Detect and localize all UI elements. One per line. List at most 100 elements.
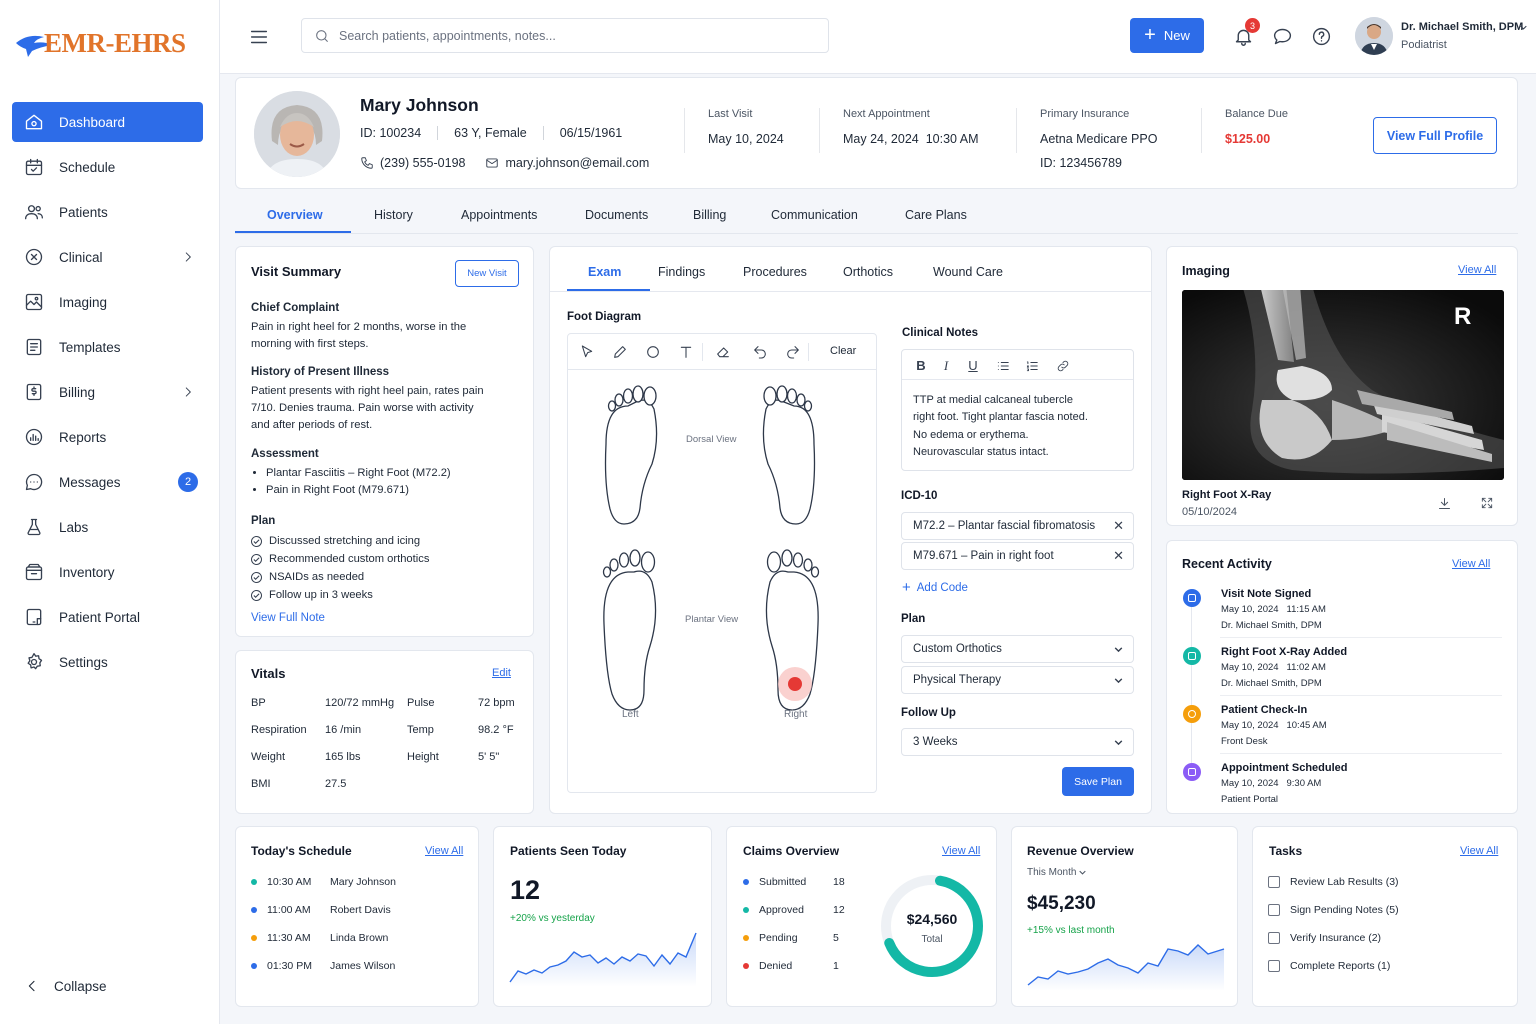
tab-appointments[interactable]: Appointments (461, 208, 537, 222)
xray-image[interactable]: R (1182, 290, 1504, 480)
plan-item-text: Recommended custom orthotics (269, 553, 430, 565)
sidebar-item-label: Dashboard (59, 114, 126, 130)
chat-icon[interactable] (1272, 26, 1293, 47)
clear-button[interactable]: Clear (830, 345, 856, 357)
download-icon[interactable] (1437, 496, 1452, 511)
tab-findings[interactable]: Findings (658, 265, 705, 279)
plan-select-therapy[interactable]: Physical Therapy (901, 666, 1134, 694)
remove-icon[interactable]: ✕ (1113, 518, 1124, 534)
clinical-notes-editor[interactable]: B I U TTP at medial calcaneal tubercle r… (901, 349, 1134, 471)
add-code-button[interactable]: + Add Code (902, 579, 968, 596)
schedule-row[interactable]: 10:30 AM Mary Johnson (251, 876, 396, 888)
task-checkbox[interactable] (1268, 960, 1280, 972)
sidebar-item-imaging[interactable]: Imaging (12, 282, 203, 322)
tab-billing[interactable]: Billing (693, 208, 726, 222)
foot-diagram-canvas[interactable]: Clear Dorsal View Plantar View Left Righ… (567, 333, 877, 793)
bold-icon[interactable]: B (913, 358, 929, 374)
status-dot (251, 963, 257, 969)
tab-communication[interactable]: Communication (771, 208, 858, 222)
view-full-note-link[interactable]: View Full Note (251, 612, 325, 624)
check-circle-icon (251, 571, 262, 583)
undo-icon[interactable] (752, 344, 768, 360)
sidebar-item-schedule[interactable]: Schedule (12, 147, 203, 187)
underline-icon[interactable]: U (965, 358, 981, 374)
link-icon[interactable] (1056, 359, 1070, 373)
sidebar-item-label: Imaging (59, 294, 108, 310)
tab-history[interactable]: History (374, 208, 413, 222)
help-icon[interactable] (1311, 26, 1332, 47)
eraser-icon[interactable] (715, 344, 731, 360)
task-item[interactable]: Verify Insurance (2) (1268, 932, 1381, 944)
redo-icon[interactable] (785, 344, 801, 360)
tab-documents[interactable]: Documents (585, 208, 648, 222)
task-item[interactable]: Sign Pending Notes (5) (1268, 904, 1399, 916)
plan-item: Discussed stretching and icing (251, 532, 491, 550)
activity-view-all-link[interactable]: View All (1452, 558, 1490, 570)
messages-badge: 2 (178, 472, 198, 492)
hamburger-menu-icon[interactable] (248, 26, 270, 48)
sidebar-item-billing[interactable]: Billing (12, 372, 203, 412)
tab-orthotics[interactable]: Orthotics (843, 265, 893, 279)
bullet-list-icon[interactable] (996, 359, 1010, 373)
schedule-row[interactable]: 11:00 AM Robert Davis (251, 904, 391, 916)
sidebar-item-label: Patient Portal (59, 609, 141, 625)
sidebar-item-messages[interactable]: Messages 2 (12, 462, 203, 502)
imaging-view-all-link[interactable]: View All (1458, 264, 1496, 276)
numbered-list-icon[interactable] (1025, 359, 1039, 373)
user-name[interactable]: Dr. Michael Smith, DPM (1401, 21, 1523, 33)
new-visit-button[interactable]: New Visit (455, 260, 519, 287)
follow-up-select[interactable]: 3 Weeks (901, 728, 1134, 756)
chevron-down-icon[interactable] (1520, 24, 1527, 31)
tab-wound-care[interactable]: Wound Care (933, 265, 1003, 279)
tab-overview[interactable]: Overview (267, 208, 323, 222)
task-checkbox[interactable] (1268, 876, 1280, 888)
toe (766, 551, 782, 573)
remove-icon[interactable]: ✕ (1113, 548, 1124, 564)
view-full-profile-button[interactable]: View Full Profile (1373, 117, 1497, 154)
collapse-button[interactable]: Collapse (24, 978, 107, 994)
sidebar-item-patients[interactable]: Patients (12, 192, 203, 232)
vital-value: 98.2 °F (478, 724, 514, 736)
user-avatar[interactable] (1355, 17, 1393, 55)
plan-title: Plan (901, 613, 926, 625)
task-item[interactable]: Review Lab Results (3) (1268, 876, 1399, 888)
sidebar-item-dashboard[interactable]: Dashboard (12, 102, 203, 142)
app-logo[interactable]: EMR-EHRS (14, 28, 186, 59)
cursor-icon[interactable] (579, 344, 595, 360)
revenue-period-select[interactable]: This Month (1027, 867, 1087, 878)
sidebar-item-inventory[interactable]: Inventory (12, 552, 203, 592)
schedule-row[interactable]: 11:30 AM Linda Brown (251, 932, 388, 944)
save-plan-button[interactable]: Save Plan (1062, 767, 1134, 796)
tasks-view-all-link[interactable]: View All (1460, 845, 1498, 857)
sidebar-item-templates[interactable]: Templates (12, 327, 203, 367)
circle-tool-icon[interactable] (645, 344, 661, 360)
sidebar-item-clinical[interactable]: Clinical (12, 237, 203, 277)
schedule-view-all-link[interactable]: View All (425, 845, 463, 857)
claims-view-all-link[interactable]: View All (942, 845, 980, 857)
pencil-icon[interactable] (612, 344, 628, 360)
new-button[interactable]: + New (1130, 18, 1204, 53)
expand-icon[interactable] (1480, 496, 1494, 510)
task-item[interactable]: Complete Reports (1) (1268, 960, 1390, 972)
tab-exam[interactable]: Exam (588, 265, 621, 279)
search-box[interactable] (301, 18, 829, 53)
vitals-edit-link[interactable]: Edit (492, 667, 511, 679)
task-checkbox[interactable] (1268, 932, 1280, 944)
search-input[interactable] (339, 28, 799, 43)
schedule-row[interactable]: 01:30 PM James Wilson (251, 960, 395, 972)
plan: Plan Discussed stretching and icing Reco… (251, 512, 491, 604)
sidebar-item-settings[interactable]: Settings (12, 642, 203, 682)
sidebar-item-reports[interactable]: Reports (12, 417, 203, 457)
tab-procedures[interactable]: Procedures (743, 265, 807, 279)
sidebar-item-patient-portal[interactable]: Patient Portal (12, 597, 203, 637)
sidebar-item-labs[interactable]: Labs (12, 507, 203, 547)
revenue-sparkline (1027, 944, 1225, 991)
plan-select-orthotics[interactable]: Custom Orthotics (901, 635, 1134, 663)
sidebar-item-label: Templates (59, 339, 121, 355)
italic-icon[interactable]: I (938, 358, 954, 374)
patient-email[interactable]: mary.johnson@email.com (505, 156, 649, 170)
text-tool-icon[interactable] (678, 344, 694, 360)
tab-care-plans[interactable]: Care Plans (905, 208, 967, 222)
task-checkbox[interactable] (1268, 904, 1280, 916)
patient-phone[interactable]: (239) 555-0198 (380, 156, 465, 170)
